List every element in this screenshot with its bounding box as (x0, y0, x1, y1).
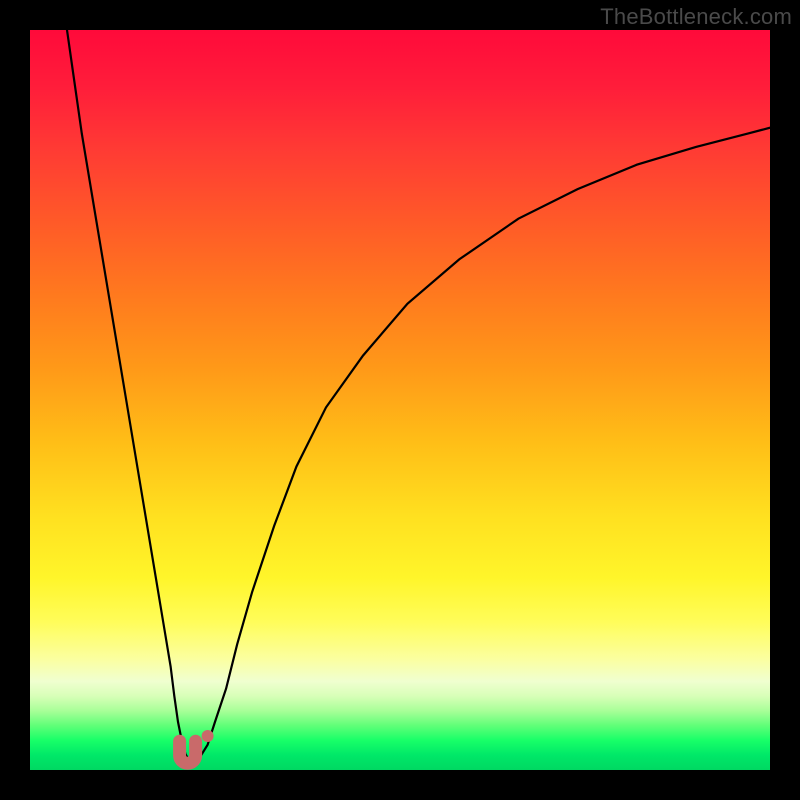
marker-layer (30, 30, 770, 770)
figure-frame: TheBottleneck.com (0, 0, 800, 800)
plot-area (30, 30, 770, 770)
marker-dot (202, 730, 214, 742)
watermark-text: TheBottleneck.com (600, 4, 792, 30)
marker-u-shape (180, 741, 196, 763)
